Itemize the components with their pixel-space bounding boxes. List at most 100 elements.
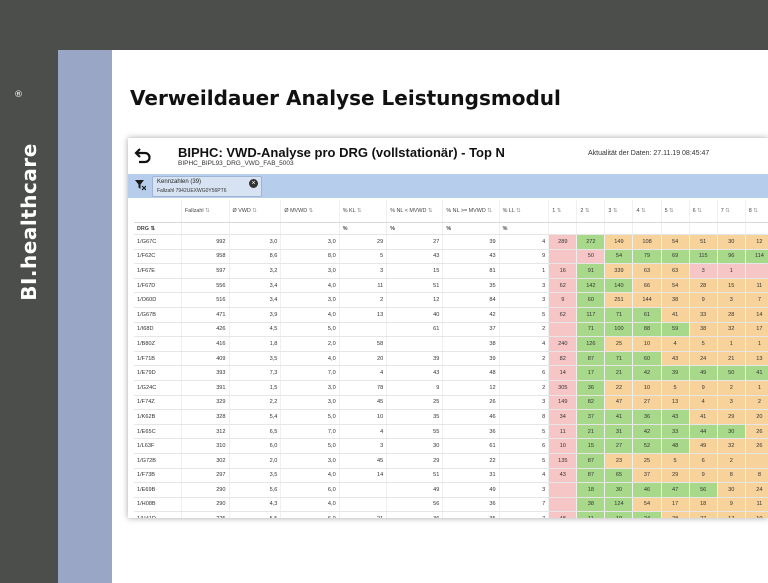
metric-cell: 4,0: [280, 278, 340, 294]
drg-code: 1/F67D: [134, 278, 183, 294]
metric-cell: [339, 482, 388, 498]
sort-icon[interactable]: ⇅: [639, 208, 646, 214]
column-header[interactable]: 6 ⇅: [689, 200, 718, 223]
day-bin-cell: 289: [548, 234, 578, 250]
drg-column-header[interactable]: DRG ⇅: [134, 222, 183, 235]
metric-cell: 8,0: [280, 249, 340, 265]
day-bin-cell: [548, 482, 578, 498]
metric-cell: 426: [181, 322, 230, 338]
table-row[interactable]: 1/G67B 471 3,9 4,0 13 40 42 5 62 117 71 61 41 33 28 14: [134, 307, 768, 323]
column-header[interactable]: 8 ⇅: [745, 200, 768, 223]
metric-cell: 58: [339, 336, 388, 352]
table-row[interactable]: 1/K62B 328 5,4 5,0 10 35 46 8 34 37 41 36 43 41 29 20: [134, 409, 768, 425]
sort-icon[interactable]: ⇅: [752, 208, 758, 214]
sort-icon[interactable]: ⇅: [696, 208, 702, 214]
column-header[interactable]: % NL < MVWD ⇅: [386, 200, 444, 223]
column-header[interactable]: % LL ⇅: [499, 200, 550, 223]
metric-cell: 3,0: [229, 234, 282, 250]
sort-icon[interactable]: ⇅: [611, 208, 618, 214]
metric-cell: 3,4: [229, 278, 282, 294]
metric-cell: 4,0: [280, 351, 340, 367]
day-bin-cell: 41: [604, 409, 634, 425]
table-row[interactable]: 1/E79D 393 7,3 7,0 4 43 48 6 14 17 21 42 39 49 50 41: [134, 365, 768, 381]
day-bin-cell: 25: [604, 336, 634, 352]
metric-cell: 6,5: [229, 424, 282, 440]
close-icon[interactable]: ×: [249, 179, 258, 188]
column-header[interactable]: Ø MVWD ⇅: [280, 200, 340, 223]
column-header[interactable]: 3 ⇅: [604, 200, 634, 223]
day-bin-cell: 54: [604, 249, 634, 265]
column-header[interactable]: Fallzahl ⇅: [181, 200, 230, 223]
metric-cell: 4,3: [229, 497, 282, 513]
day-bin-cell: 21: [576, 424, 606, 440]
sort-icon[interactable]: ⇅: [355, 208, 362, 214]
unit-cell: %: [442, 222, 500, 235]
column-header[interactable]: % NL >= MVWD ⇅: [442, 200, 500, 223]
table-row[interactable]: 1/E65C 312 6,5 7,0 4 55 36 5 11 21 31 42 33 44 30 26: [134, 424, 768, 440]
metric-cell: 11: [339, 278, 388, 294]
sort-icon[interactable]: ⇅: [426, 208, 433, 214]
table-row[interactable]: 1/F73B 297 3,5 4,0 14 51 31 4 43 87 65 37 29 9 8 8: [134, 468, 768, 484]
sort-icon[interactable]: ⇅: [204, 208, 210, 214]
filter-chip[interactable]: Kennzahlen (39) Fallzahl 7942UEXWG0Y56PT…: [152, 176, 262, 197]
sort-icon[interactable]: ⇅: [307, 208, 314, 214]
day-bin-cell: 1: [745, 336, 768, 352]
day-bin-cell: 87: [576, 468, 606, 484]
table-row[interactable]: 1/F71B 409 3,5 4,0 20 39 39 2 82 87 71 60 43 24 21 13: [134, 351, 768, 367]
sort-icon[interactable]: ⇅: [251, 208, 257, 214]
table-row[interactable]: 1/B80Z 416 1,8 2,0 58 38 4 240 126 25 10 4 5 1 1: [134, 336, 768, 352]
day-bin-cell: 149: [548, 395, 578, 411]
column-header[interactable]: 2 ⇅: [576, 200, 606, 223]
metric-cell: 6,0: [280, 482, 340, 498]
table-row[interactable]: 1/G24C 391 1,5 3,0 78 9 12 2 305 36 22 10 5 9 2 1: [134, 380, 768, 396]
column-header[interactable]: 7 ⇅: [717, 200, 746, 223]
metric-cell: 78: [339, 380, 388, 396]
sort-icon[interactable]: ⇅: [668, 208, 674, 214]
day-bin-cell: 240: [548, 336, 578, 352]
sort-icon[interactable]: ⇅: [555, 208, 562, 214]
day-bin-cell: 91: [576, 263, 606, 279]
day-bin-cell: 69: [661, 249, 690, 265]
day-bin-cell: 48: [661, 438, 690, 454]
table-row[interactable]: 1/F62C 958 8,6 8,0 5 43 43 9 50 54 79 69 115 96 114: [134, 249, 768, 265]
table-row[interactable]: 1/F74Z 329 2,2 3,0 45 25 26 3 149 82 47 27 13 4 3 2: [134, 395, 768, 411]
column-header[interactable]: Ø VWD ⇅: [229, 200, 282, 223]
column-header[interactable]: % KL ⇅: [339, 200, 388, 223]
day-bin-cell: 5: [689, 336, 718, 352]
table-row[interactable]: 1/I68D 426 4,5 5,0 61 37 2 71 100 88 59 38 32 17: [134, 322, 768, 338]
column-header[interactable]: 1 ⇅: [548, 200, 578, 223]
day-bin-cell: 8: [745, 468, 768, 484]
sort-icon[interactable]: ⇅: [515, 208, 521, 214]
day-bin-cell: 108: [632, 234, 662, 250]
column-header[interactable]: 5 ⇅: [661, 200, 690, 223]
table-row[interactable]: 1/G67C 992 3,0 3,0 29 27 39 4 289 272 149 108 54 51 30…: [134, 234, 768, 250]
table-row[interactable]: 1/H41D2255,56,021363574811192428271710: [134, 511, 768, 518]
back-arrow-icon[interactable]: [134, 146, 152, 164]
table-row[interactable]: 1/E69B 290 5,6 6,0 49 49 3 18 30 46 47 56 30 24: [134, 482, 768, 498]
day-bin-cell: 140: [604, 278, 634, 294]
table-row[interactable]: 1/F67E 597 3,2 3,0 3 15 81 1 16 91 339 63 63 3 1: [134, 263, 768, 279]
day-bin-cell: 124: [604, 497, 634, 513]
metric-cell: 45: [339, 395, 388, 411]
day-bin-cell: 56: [689, 482, 718, 498]
day-bin-cell: 39: [661, 365, 690, 381]
table-row[interactable]: 1/H08B 290 4,3 4,0 56 36 7 38 124 54 17 18 9 11: [134, 497, 768, 513]
metric-cell: 312: [181, 424, 230, 440]
metric-cell: 4: [339, 424, 388, 440]
table-row[interactable]: 1/L63F 310 6,0 5,0 3 30 61 6 10 15 27 52 48 49 32 26: [134, 438, 768, 454]
day-bin-cell: 5: [661, 380, 690, 396]
table-row[interactable]: 1/F67D 556 3,4 4,0 11 51 35 3 62 142 140 66 54 28 15 11: [134, 278, 768, 294]
sort-icon[interactable]: ⇅: [486, 208, 492, 214]
column-header[interactable]: 4 ⇅: [632, 200, 662, 223]
table-row[interactable]: 1/G72B 302 2,0 3,0 45 29 22 5 135 87 23 25 5 6 2: [134, 453, 768, 469]
day-bin-cell: 50: [717, 365, 746, 381]
metric-cell: 51: [386, 278, 444, 294]
sort-icon[interactable]: ⇅: [583, 208, 590, 214]
table-row[interactable]: 1/O60D 516 3,4 3,0 2 12 84 3 9 60 251 144 38 9 3 7: [134, 292, 768, 308]
filter-funnel-icon[interactable]: [135, 180, 146, 191]
day-bin-cell: 32: [717, 322, 746, 338]
day-bin-cell: 16: [548, 263, 578, 279]
day-bin-cell: 49: [689, 438, 718, 454]
sort-icon[interactable]: ⇅: [724, 208, 730, 214]
metric-cell: [339, 322, 388, 338]
